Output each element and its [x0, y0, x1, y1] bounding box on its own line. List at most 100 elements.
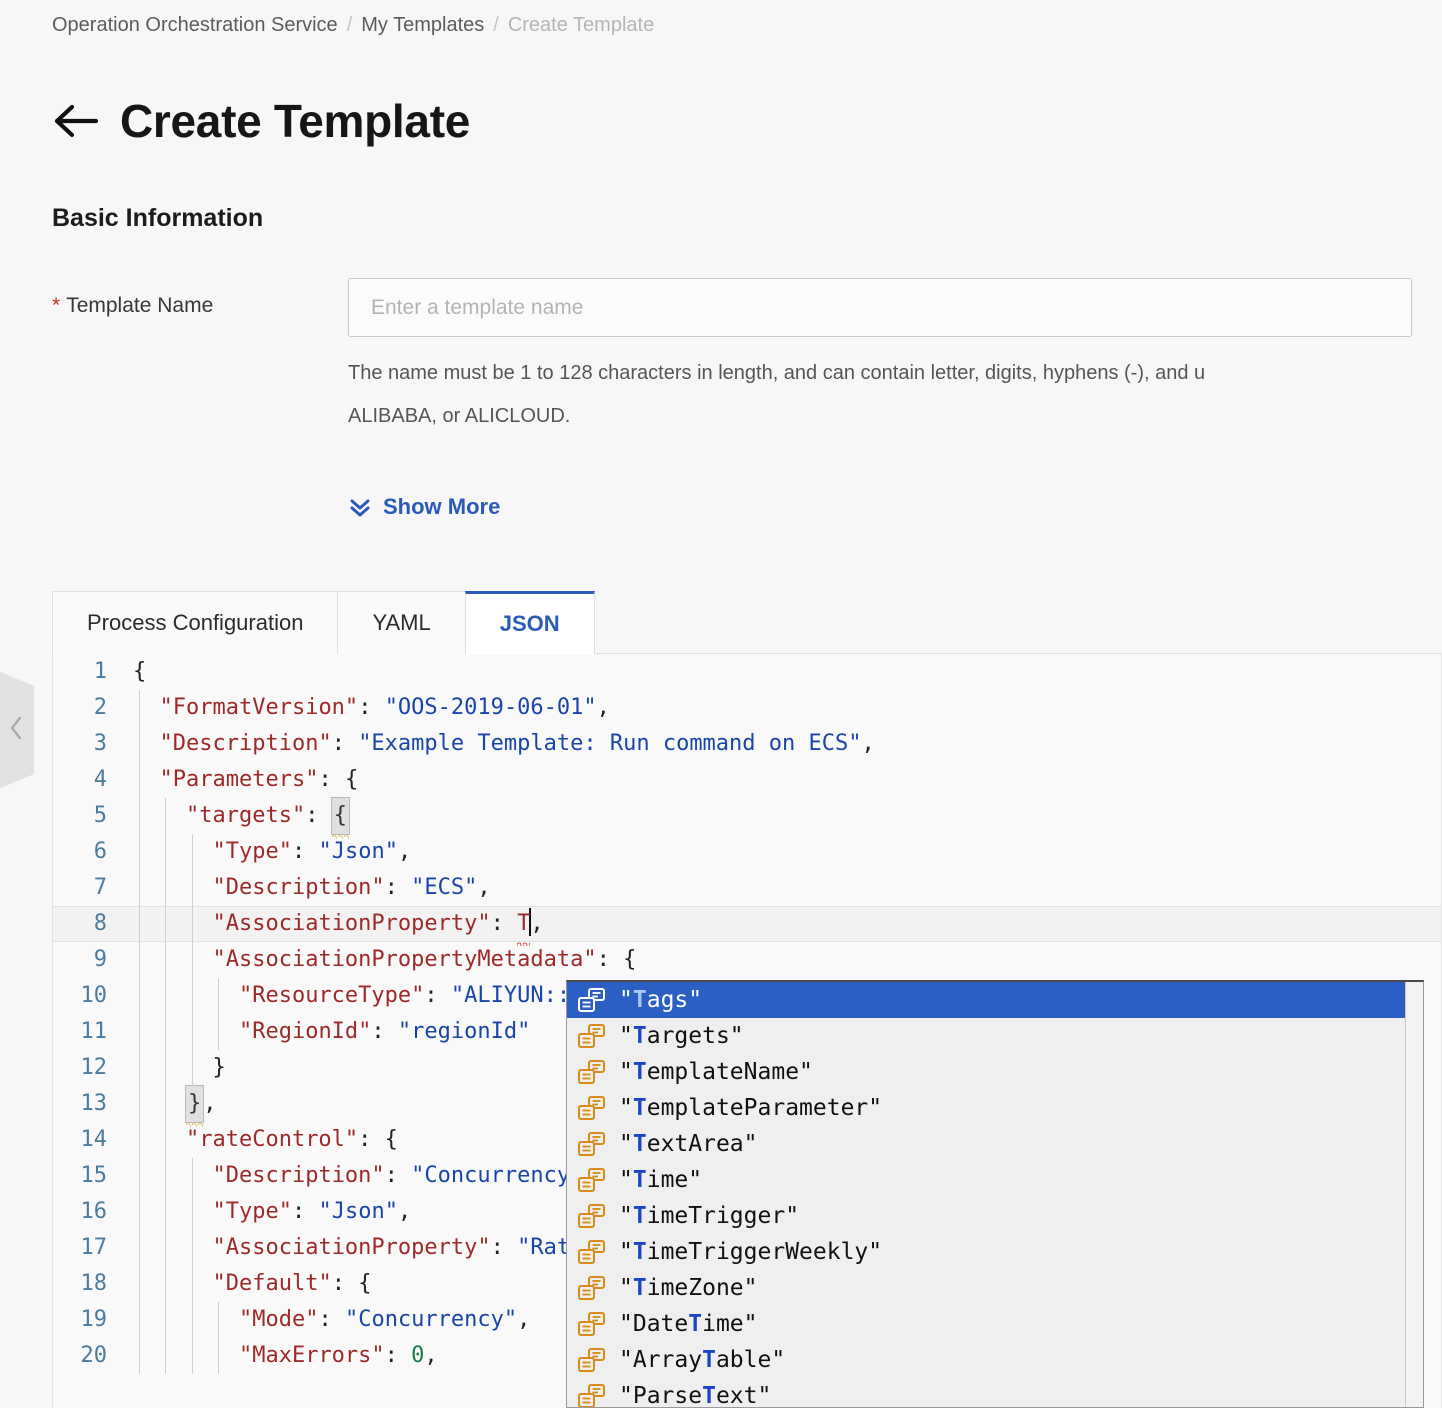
breadcrumb-item-3: Create Template [507, 14, 655, 36]
tab-process-configuration[interactable]: Process Configuration [52, 591, 339, 654]
help-text-line-1: The name must be 1 to 128 characters in … [348, 362, 1206, 384]
code-line-text: "Parameters": { [121, 762, 359, 798]
code-line[interactable]: 5 "targets": { [53, 797, 1441, 839]
code-token-k: "rateControl" [185, 1127, 359, 1152]
code-token-p: , [517, 1307, 531, 1332]
code-token-p: : [490, 911, 518, 936]
autocomplete-item-label: "TimeTrigger" [619, 1203, 800, 1229]
code-token-k: "Default" [212, 1271, 332, 1296]
autocomplete-item-label: "Tags" [619, 987, 703, 1013]
code-token-k: "RegionId" [238, 1019, 372, 1044]
line-number: 10 [80, 983, 108, 1008]
code-token-p: , [397, 839, 412, 864]
indent-guide [191, 834, 193, 1086]
code-line[interactable]: 9 "AssociationPropertyMetadata": { [53, 942, 1441, 978]
error-token: T [517, 906, 531, 946]
autocomplete-item[interactable]: "TemplateName" [567, 1054, 1423, 1090]
autocomplete-item[interactable]: "TextArea" [567, 1126, 1423, 1162]
indent-guide [165, 798, 167, 1374]
code-line-text: "MaxErrors": 0, [121, 1338, 438, 1374]
code-token-k: "Description" [159, 731, 332, 756]
autocomplete-item[interactable]: "TemplateParameter" [567, 1090, 1423, 1126]
autocomplete-item[interactable]: "ParseText" [567, 1378, 1423, 1407]
code-token-p: : [291, 839, 319, 864]
code-line[interactable]: 2 "FormatVersion": "OOS-2019-06-01", [53, 690, 1441, 726]
required-marker: * [52, 294, 61, 317]
code-line-text: }, [121, 1085, 216, 1127]
autocomplete-dropdown[interactable]: "Tags" "Targets" "TemplateName" "TemplatePa… [566, 980, 1424, 1408]
code-token-k: "Description" [212, 875, 385, 900]
line-number: 18 [80, 1271, 108, 1296]
autocomplete-item-label: "TextArea" [619, 1131, 758, 1157]
autocomplete-item[interactable]: "TimeTrigger" [567, 1198, 1423, 1234]
panel-collapse-handle[interactable] [0, 672, 34, 788]
breadcrumb-separator: / [346, 14, 353, 36]
code-line-text: } [121, 1050, 225, 1086]
autocomplete-item-label: "TemplateParameter" [619, 1095, 883, 1121]
code-token-k: "AssociationPropertyMetadata" [212, 947, 597, 972]
property-snippet-icon [578, 1168, 605, 1192]
code-line[interactable]: 3 "Description": "Example Template: Run … [53, 726, 1441, 762]
autocomplete-scrollbar[interactable] [1405, 982, 1423, 1407]
code-token-s: "regionId" [397, 1019, 531, 1044]
line-number: 13 [80, 1091, 108, 1116]
tab-yaml[interactable]: YAML [337, 591, 466, 654]
page-header: Create Template [52, 93, 470, 149]
autocomplete-item[interactable]: "ArrayTable" [567, 1342, 1423, 1378]
code-token-p: : { [331, 1271, 372, 1296]
autocomplete-item-label: "Time" [619, 1167, 703, 1193]
code-line-text: { [121, 654, 146, 690]
autocomplete-item-label: "Targets" [619, 1023, 744, 1049]
autocomplete-item[interactable]: "Targets" [567, 1018, 1423, 1054]
indent-guide [218, 1302, 220, 1374]
code-line[interactable]: 4 "Parameters": { [53, 762, 1441, 798]
code-line[interactable]: 1{ [53, 654, 1441, 690]
code-token-p: , [861, 731, 875, 756]
tab-label: JSON [499, 611, 560, 636]
autocomplete-item[interactable]: "TimeZone" [567, 1270, 1423, 1306]
show-more-button[interactable]: Show More [348, 494, 500, 520]
breadcrumb-separator: / [493, 14, 499, 36]
help-text-line-2: ALIBABA, or ALICLOUD. [348, 405, 571, 427]
code-token-p: , [530, 911, 544, 936]
code-line-text: "FormatVersion": "OOS-2019-06-01", [121, 690, 610, 726]
property-snippet-icon [578, 1348, 605, 1372]
tab-json[interactable]: JSON [464, 591, 595, 655]
chevron-left-icon [8, 715, 26, 746]
breadcrumb-item-1[interactable]: Operation Orchestration Service [52, 14, 338, 36]
property-snippet-icon [578, 1024, 605, 1048]
code-line[interactable]: 6 "Type": "Json", [53, 834, 1441, 870]
indent-guide [139, 690, 140, 1374]
code-token-p: : [318, 1307, 345, 1332]
code-line-text: "Mode": "Concurrency", [121, 1302, 530, 1338]
arrow-left-icon[interactable] [52, 98, 98, 144]
autocomplete-item-label: "TimeTriggerWeekly" [619, 1239, 883, 1265]
tab-label: YAML [372, 610, 431, 635]
code-token-k: "Parameters" [159, 767, 319, 792]
code-token-p: : { [318, 767, 359, 792]
code-token-p: : [305, 803, 332, 828]
code-token-p: : [384, 1343, 412, 1368]
indent-guide [191, 1158, 193, 1374]
breadcrumb-item-2[interactable]: My Templates [361, 14, 484, 36]
code-line[interactable]: 8 "AssociationProperty": T, [53, 906, 1441, 946]
code-token-s: "ECS" [411, 875, 478, 900]
code-token-p: : [371, 1019, 398, 1044]
autocomplete-item[interactable]: "Tags" [567, 982, 1423, 1018]
line-number: 1 [93, 659, 107, 684]
code-line[interactable]: 7 "Description": "ECS", [53, 870, 1441, 906]
property-snippet-icon [578, 1240, 605, 1264]
template-name-input[interactable] [348, 278, 1412, 337]
autocomplete-item[interactable]: "TimeTriggerWeekly" [567, 1234, 1423, 1270]
page-title: Create Template [120, 95, 471, 147]
code-token-k: "Type" [212, 839, 292, 864]
code-token-s: "Json" [318, 839, 398, 864]
line-number: 14 [80, 1127, 108, 1152]
autocomplete-item[interactable]: "Time" [567, 1162, 1423, 1198]
autocomplete-item[interactable]: "DateTime" [567, 1306, 1423, 1342]
property-snippet-icon [578, 1276, 605, 1300]
autocomplete-item-label: "TimeZone" [619, 1275, 758, 1301]
editor-tab-bar: Process Configuration YAML JSON [52, 591, 1442, 655]
property-snippet-icon [578, 1312, 605, 1336]
basic-information-heading: Basic Information [52, 204, 264, 232]
